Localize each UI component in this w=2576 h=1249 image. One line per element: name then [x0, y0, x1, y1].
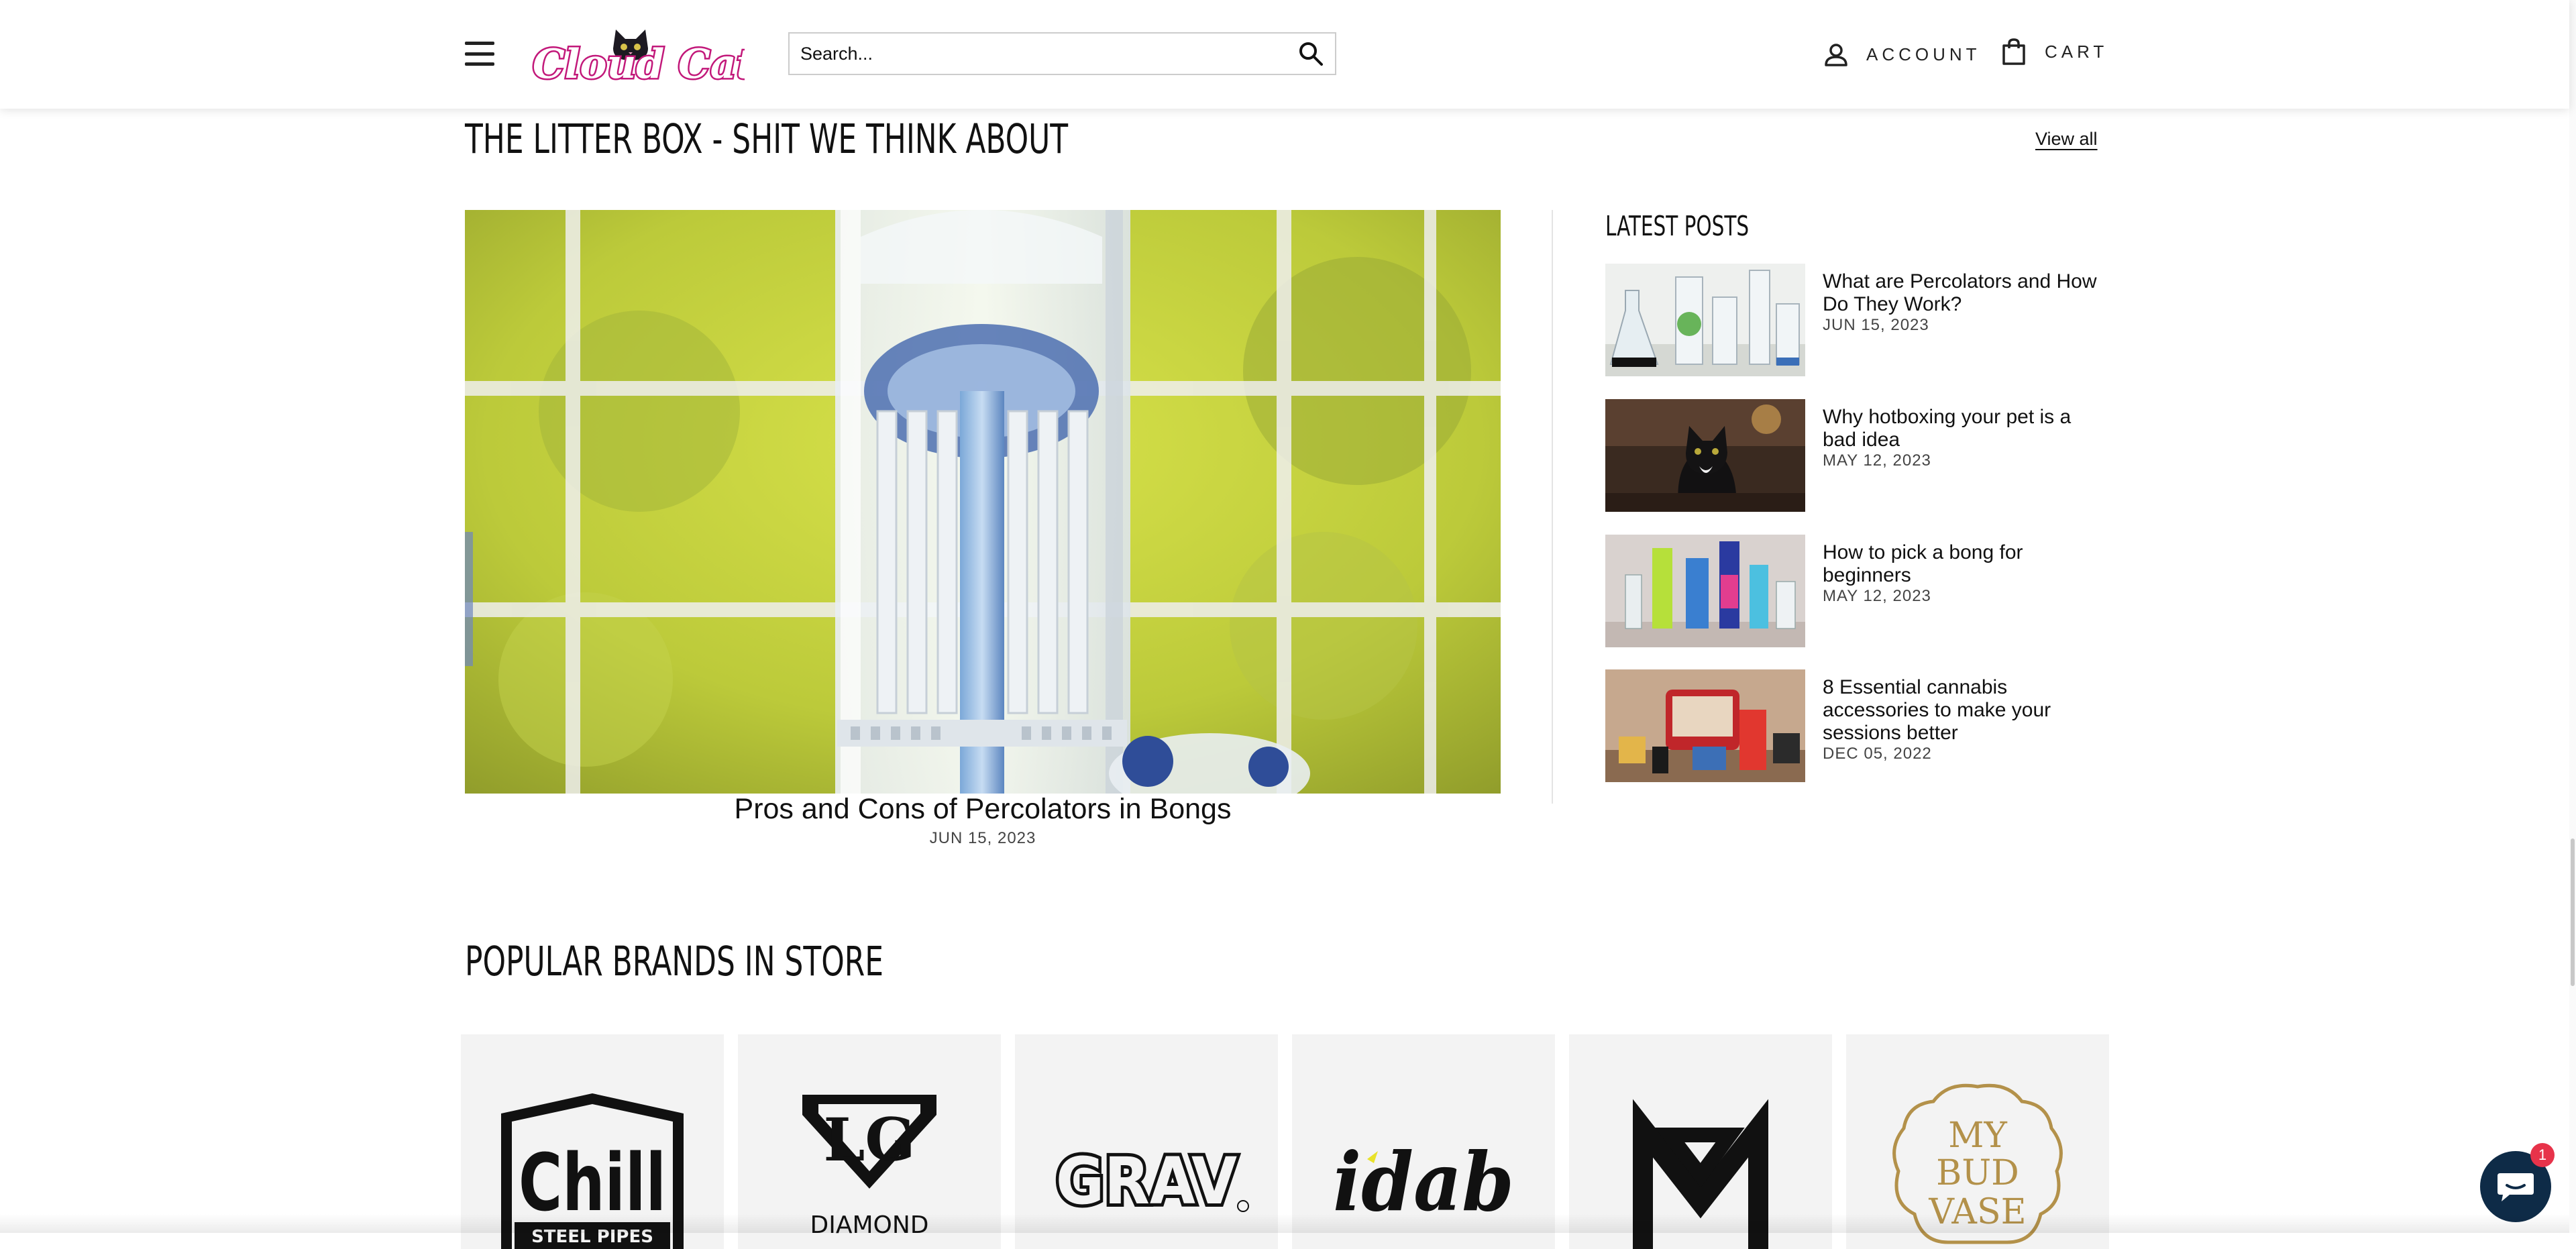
post-date: JUN 15, 2023 [1823, 316, 1929, 334]
account-link[interactable]: ACCOUNT [1823, 38, 1981, 71]
view-all-link[interactable]: View all [2035, 129, 2098, 150]
svg-text:MY: MY [1948, 1116, 2007, 1156]
logo-text: Cloud Cat [533, 41, 745, 85]
svg-text:LG: LG [823, 1105, 915, 1175]
featured-post-title[interactable]: Pros and Cons of Percolators in Bongs [465, 793, 1501, 826]
bottom-shadow [0, 1214, 2569, 1233]
latest-post-item[interactable]: What are Percolators and How Do They Wor… [1605, 264, 2105, 376]
post-thumbnail [1605, 535, 1805, 647]
cart-label: CART [2045, 41, 2108, 62]
user-icon [1825, 44, 1847, 66]
post-date: DEC 05, 2022 [1823, 745, 1932, 763]
post-title[interactable]: What are Percolators and How Do They Wor… [1823, 270, 2105, 316]
site-header: Cloud Cat ACCOUNT CART [0, 0, 2569, 109]
scrollbar[interactable] [2569, 0, 2576, 1233]
menu-icon[interactable] [465, 42, 494, 66]
search-input[interactable] [790, 34, 1287, 74]
section-divider [1552, 210, 1553, 804]
post-thumbnail [1605, 669, 1805, 782]
search-icon [1299, 42, 1323, 66]
latest-posts-title: LATEST POSTS [1605, 210, 1750, 242]
post-thumbnail [1605, 264, 1805, 376]
cart-link[interactable]: CART [2000, 35, 2108, 68]
chat-bubble-icon [2498, 1173, 2534, 1201]
shopping-bag-icon [2002, 38, 2025, 65]
featured-post-date: JUN 15, 2023 [929, 829, 1036, 847]
chat-notification-badge: 1 [2530, 1143, 2555, 1167]
latest-post-item[interactable]: 8 Essential cannabis accessories to make… [1605, 669, 2105, 782]
blog-section-title: THE LITTER BOX - SHIT WE THINK ABOUT [465, 115, 1069, 163]
featured-post-image[interactable] [465, 210, 1501, 794]
brands-section-title: POPULAR BRANDS IN STORE [465, 938, 883, 985]
svg-text:BUD: BUD [1936, 1153, 2019, 1193]
site-logo[interactable]: Cloud Cat [530, 24, 757, 90]
latest-post-item[interactable]: Why hotboxing your pet is a bad idea MAY… [1605, 399, 2105, 512]
account-label: ACCOUNT [1866, 44, 1981, 64]
post-thumbnail [1605, 399, 1805, 512]
latest-post-item[interactable]: How to pick a bong for beginners MAY 12,… [1605, 535, 2105, 647]
search-button[interactable] [1287, 34, 1335, 74]
svg-text:GRAV: GRAV [1056, 1144, 1237, 1219]
post-date: MAY 12, 2023 [1823, 587, 1931, 605]
post-title[interactable]: How to pick a bong for beginners [1823, 541, 2105, 587]
search-bar [788, 32, 1336, 75]
post-title[interactable]: Why hotboxing your pet is a bad idea [1823, 406, 2105, 451]
post-date: MAY 12, 2023 [1823, 451, 1931, 470]
scrollbar-thumb[interactable] [2571, 838, 2575, 986]
post-title[interactable]: 8 Essential cannabis accessories to make… [1823, 676, 2105, 745]
